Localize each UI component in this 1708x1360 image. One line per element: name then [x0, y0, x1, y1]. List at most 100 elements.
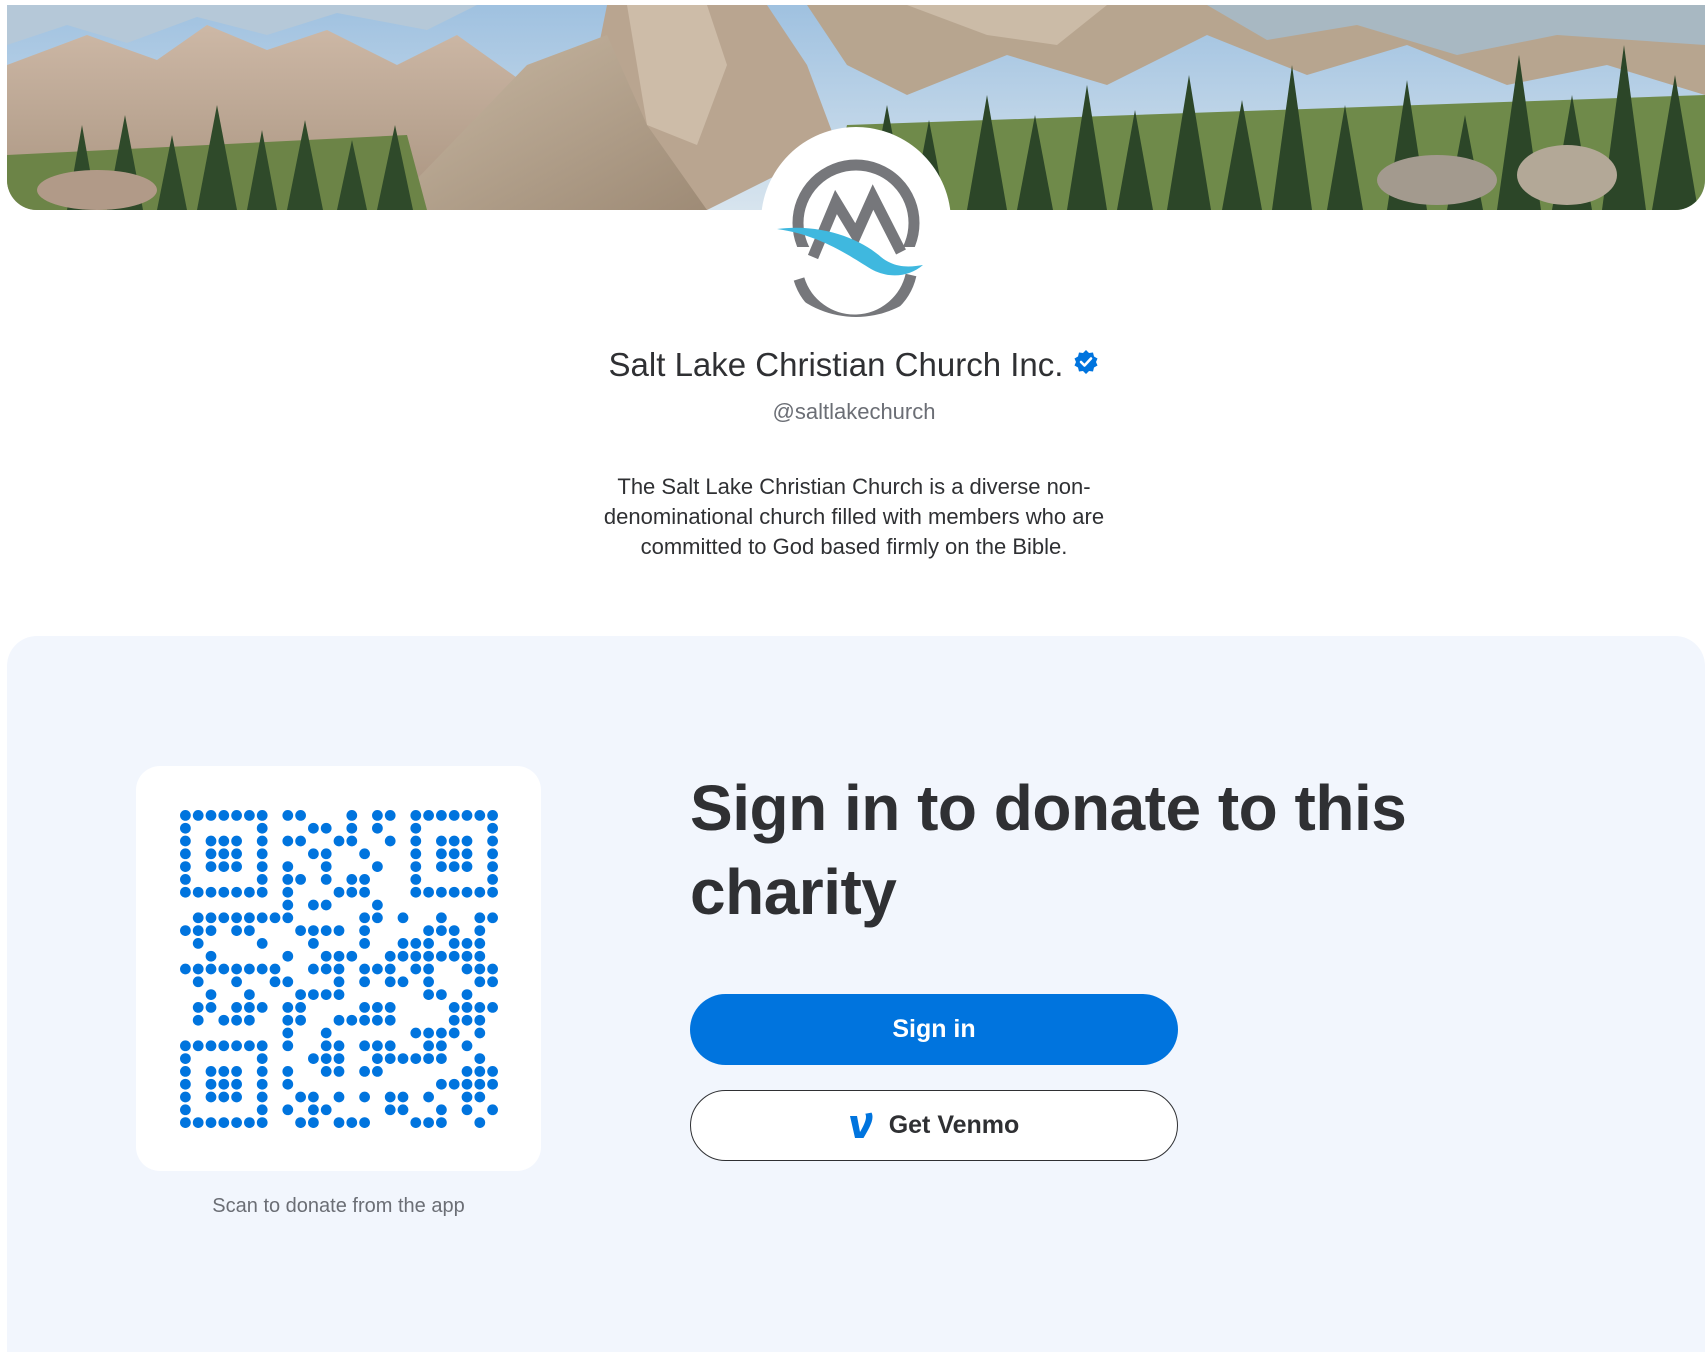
qr-module — [218, 1040, 230, 1052]
qr-module — [423, 963, 434, 975]
qr-module — [205, 861, 217, 872]
qr-module — [282, 835, 294, 847]
qr-module — [308, 989, 319, 1000]
sign-in-button[interactable]: Sign in — [690, 994, 1178, 1065]
qr-module — [218, 861, 230, 872]
qr-module — [372, 899, 383, 911]
qr-module — [256, 835, 268, 847]
qr-module — [461, 848, 473, 860]
qr-module — [308, 963, 319, 975]
qr-module — [461, 1014, 473, 1026]
qr-module — [269, 912, 281, 924]
qr-module — [487, 1078, 498, 1090]
qr-module — [333, 1066, 345, 1077]
qr-module — [436, 925, 447, 936]
qr-module — [282, 1014, 294, 1026]
qr-module — [295, 1117, 306, 1128]
qr-module — [384, 976, 396, 988]
qr-module — [180, 1066, 191, 1077]
qr-module — [333, 925, 345, 936]
charity-handle: @saltlakechurch — [772, 399, 936, 424]
qr-module — [180, 1117, 191, 1128]
qr-module — [474, 810, 486, 821]
donate-heading: Sign in to donate to this charity — [690, 772, 1407, 928]
qr-module — [256, 938, 268, 949]
qr-module — [346, 810, 358, 821]
qr-module — [205, 963, 217, 975]
qr-module — [282, 1027, 294, 1039]
qr-module — [448, 810, 460, 821]
qr-module — [256, 1091, 268, 1103]
qr-module — [295, 1002, 306, 1013]
qr-module — [333, 1053, 345, 1064]
qr-module — [384, 963, 396, 975]
qr-module — [487, 976, 498, 988]
qr-module — [474, 912, 486, 924]
qr-module — [218, 886, 230, 898]
qr-module — [346, 822, 358, 834]
charity-description: The Salt Lake Christian Church is a dive… — [603, 474, 1105, 559]
qr-module — [346, 835, 358, 847]
qr-module — [397, 1053, 409, 1064]
qr-module — [282, 1104, 294, 1116]
qr-module — [474, 886, 486, 898]
qr-module — [359, 1002, 370, 1013]
qr-code-card — [136, 766, 541, 1171]
qr-module — [244, 1002, 255, 1013]
qr-module — [282, 976, 294, 988]
get-venmo-button[interactable]: Get Venmo — [690, 1090, 1178, 1161]
qr-module — [192, 810, 204, 821]
qr-module — [192, 925, 204, 936]
qr-module — [461, 938, 473, 949]
qr-module — [180, 810, 191, 821]
qr-module — [474, 1066, 486, 1077]
qr-module — [205, 810, 217, 821]
qr-module — [320, 1066, 332, 1077]
qr-module — [359, 1014, 370, 1026]
qr-module — [180, 848, 191, 860]
qr-module — [474, 976, 486, 988]
qr-module — [205, 848, 217, 860]
qr-module — [231, 1040, 242, 1052]
qr-module — [295, 989, 306, 1000]
qr-module — [295, 925, 306, 936]
qr-module — [346, 886, 358, 898]
qr-module — [461, 1078, 473, 1090]
qr-module — [180, 1040, 191, 1052]
qr-module — [320, 874, 332, 885]
qr-module — [333, 1091, 345, 1103]
qr-module — [333, 950, 345, 962]
qr-module — [192, 886, 204, 898]
qr-module — [410, 950, 422, 962]
qr-module — [359, 1091, 370, 1103]
qr-module — [487, 835, 498, 847]
qr-module — [192, 976, 204, 988]
qr-module — [231, 861, 242, 872]
qr-module — [397, 938, 409, 949]
qr-module — [423, 1040, 434, 1052]
qr-module — [448, 1014, 460, 1026]
qr-module — [333, 835, 345, 847]
qr-module — [295, 835, 306, 847]
qr-module — [397, 950, 409, 962]
qr-module — [359, 976, 370, 988]
qr-module — [180, 1078, 191, 1090]
qr-module — [487, 886, 498, 898]
qr-module — [474, 938, 486, 949]
qr-module — [180, 835, 191, 847]
qr-module — [205, 886, 217, 898]
qr-module — [256, 1002, 268, 1013]
qr-module — [244, 963, 255, 975]
qr-module — [436, 989, 447, 1000]
qr-module — [461, 1104, 473, 1116]
qr-module — [256, 886, 268, 898]
qr-module — [180, 1104, 191, 1116]
qr-module — [474, 1078, 486, 1090]
qr-module — [256, 1066, 268, 1077]
qr-module — [410, 963, 422, 975]
qr-module — [231, 810, 242, 821]
qr-module — [461, 1040, 473, 1052]
qr-module — [372, 861, 383, 872]
donate-panel: Scan to donate from the app Sign in to d… — [7, 636, 1705, 1352]
qr-module — [180, 925, 191, 936]
